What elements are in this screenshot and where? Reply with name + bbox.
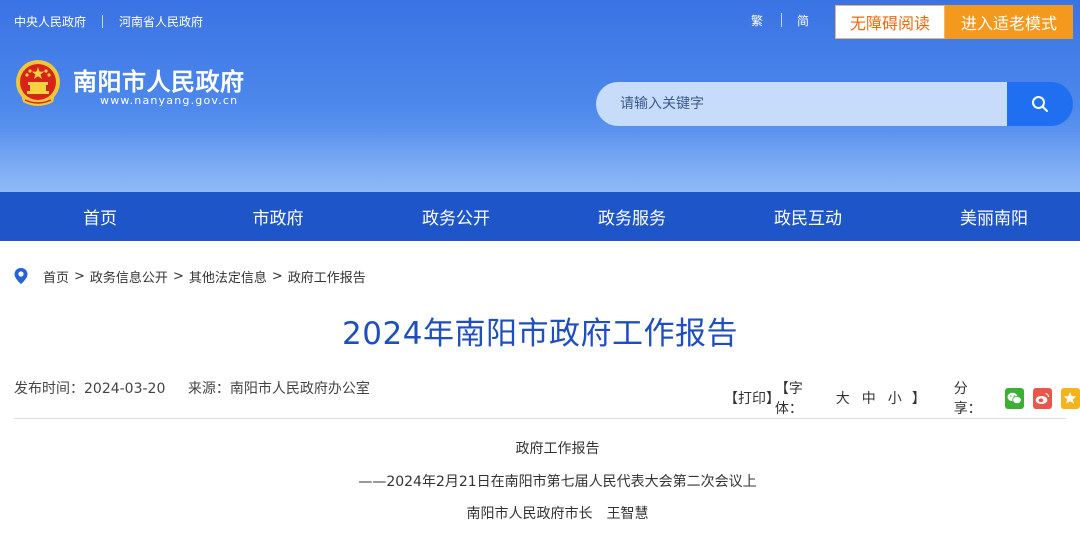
main-nav: 首页 市政府 政务公开 政务服务 政民互动 美丽南阳 [0,192,1080,241]
article-meta: 发布时间：2024-03-20 来源：南阳市人民政府办公室 [14,378,370,398]
publish-time: 发布时间：2024-03-20 [14,381,166,397]
breadcrumb-separator: > [172,268,184,284]
search-input[interactable] [596,82,1008,126]
share-qzone-button[interactable] [1060,387,1080,409]
breadcrumb-work-report[interactable]: 政府工作报告 [288,267,366,286]
body-heading: 政府工作报告 [515,441,600,457]
nav-item-home[interactable]: 首页 [0,192,200,241]
article-tools: 【打印】 【字体： 大 中 小 】 分享： [724,378,1080,418]
site-header: 中央人民政府 河南省人民政府 繁 简 无障碍阅读 进入适老模式 南阳市人民政府 … [0,0,1080,192]
breadcrumb-home[interactable]: 首页 [43,267,69,286]
nav-item-government-affairs-disclosure[interactable]: 政务公开 [356,192,556,241]
qzone-icon [1064,392,1077,404]
article-title: 2024年南阳市政府工作报告 [342,316,738,352]
elder-mode-button[interactable]: 进入适老模式 [945,5,1073,39]
breadcrumb-separator: > [271,268,283,284]
share-weibo-button[interactable] [1032,387,1052,409]
body-subheading: ——2024年2月21日在南阳市第七届人民代表大会第二次会议上 [358,474,757,490]
link-central-government[interactable]: 中央人民政府 [14,13,86,30]
top-link-divider [102,14,104,28]
print-button[interactable]: 【打印】 [724,388,780,408]
article-source: 来源：南阳市人民政府办公室 [187,381,370,397]
breadcrumb-info-disclosure[interactable]: 政务信息公开 [90,267,168,286]
share-wechat-button[interactable] [1004,387,1024,409]
nav-item-public-interaction[interactable]: 政民互动 [708,192,908,241]
nav-item-beautiful-nanyang[interactable]: 美丽南阳 [908,192,1080,241]
lang-traditional-link[interactable]: 繁 [751,12,763,29]
body-author: 南阳市人民政府市长 王智慧 [466,506,649,522]
font-size-label: 【字体： [774,381,803,417]
site-domain: www.nanyang.gov.cn [100,94,239,107]
lang-simplified-link[interactable]: 简 [797,12,809,29]
font-size-close: 】 [911,391,926,407]
lang-divider [781,13,782,27]
font-size-large-button[interactable]: 大 [836,388,850,408]
breadcrumb-separator: > [74,268,85,284]
national-emblem-icon [16,60,60,106]
link-henan-government[interactable]: 河南省人民政府 [119,13,203,30]
nav-item-city-government[interactable]: 市政府 [200,192,356,241]
font-size-medium-button[interactable]: 中 [862,388,876,408]
accessible-reading-button[interactable]: 无障碍阅读 [835,5,945,39]
breadcrumb-other-statutory-info[interactable]: 其他法定信息 [189,267,267,286]
weibo-icon [1035,392,1050,404]
wechat-icon [1007,392,1022,404]
search-button[interactable] [1007,82,1073,126]
location-pin-icon [14,268,28,284]
breadcrumb: 首页 > 政务信息公开 > 其他法定信息 > 政府工作报告 [13,266,366,286]
search-icon [1032,96,1048,112]
nav-item-government-services[interactable]: 政务服务 [556,192,708,241]
meta-divider [14,418,1066,419]
site-name: 南阳市人民政府 [73,68,245,96]
header-glow [0,132,1080,192]
font-size-small-button[interactable]: 小 [888,388,902,408]
top-links: 中央人民政府 河南省人民政府 [14,12,203,30]
share-label: 分享： [953,381,982,417]
